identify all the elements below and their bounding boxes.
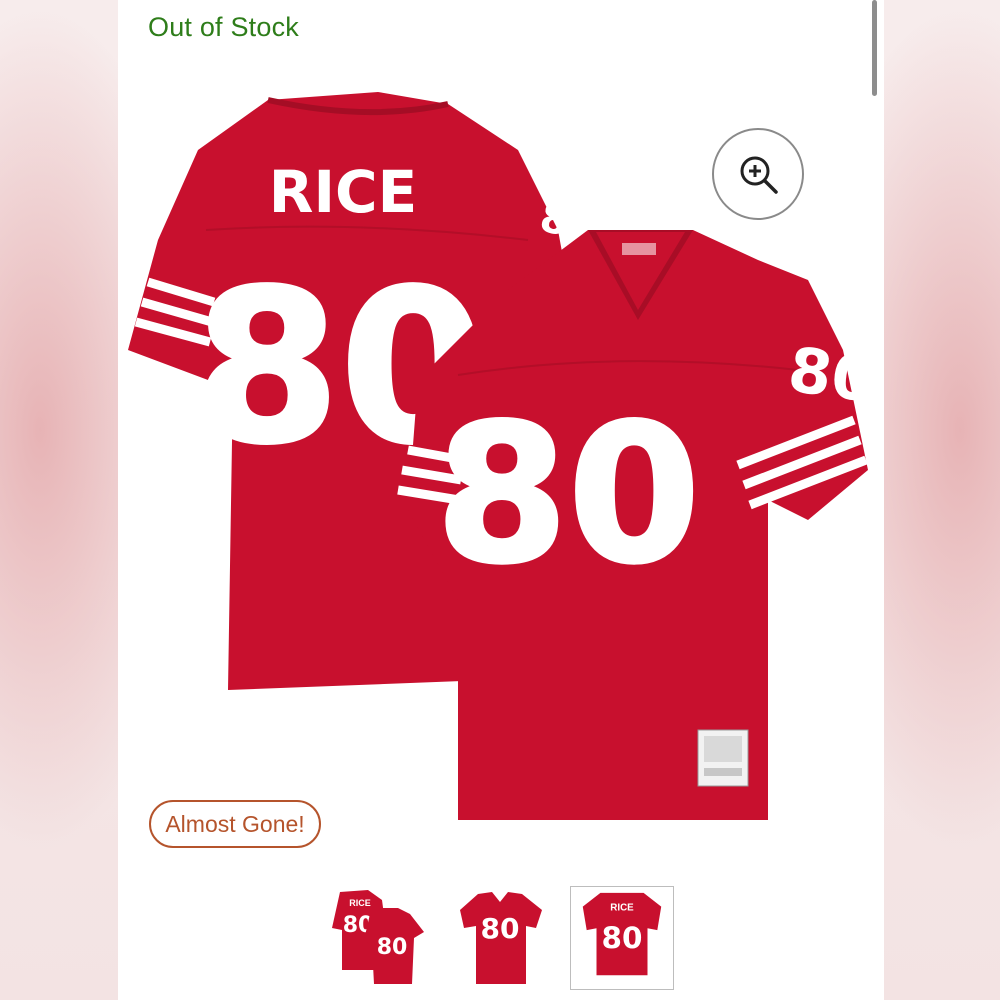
thumbnail-strip: RICE 80 80 80 RICE 80: [318, 886, 698, 992]
thumb-1-name: RICE: [349, 898, 371, 908]
thumbnail-3[interactable]: RICE 80: [570, 886, 674, 990]
zoom-button[interactable]: [712, 128, 804, 220]
almost-gone-badge: Almost Gone!: [149, 800, 321, 848]
jock-tag: [697, 729, 749, 787]
zoom-in-icon: [740, 156, 778, 194]
front-sleeve-number: 80: [784, 333, 880, 417]
front-number: 80: [436, 384, 700, 605]
product-card: Out of Stock RICE 80 80 80 80 Almost Gon…: [118, 0, 884, 1000]
thumb-2-front-number: 80: [481, 912, 520, 945]
thumbnail-2[interactable]: 80: [448, 886, 552, 990]
thumb-1-front-number: 80: [377, 935, 408, 960]
thumb-3-name: RICE: [610, 903, 634, 914]
neck-label: [622, 243, 656, 255]
thumbnail-1[interactable]: RICE 80 80: [326, 886, 430, 990]
thumb-3-back-number: 80: [602, 921, 643, 955]
scrollbar[interactable]: [872, 0, 877, 96]
back-name: RICE: [269, 158, 417, 226]
stock-status: Out of Stock: [148, 12, 299, 42]
